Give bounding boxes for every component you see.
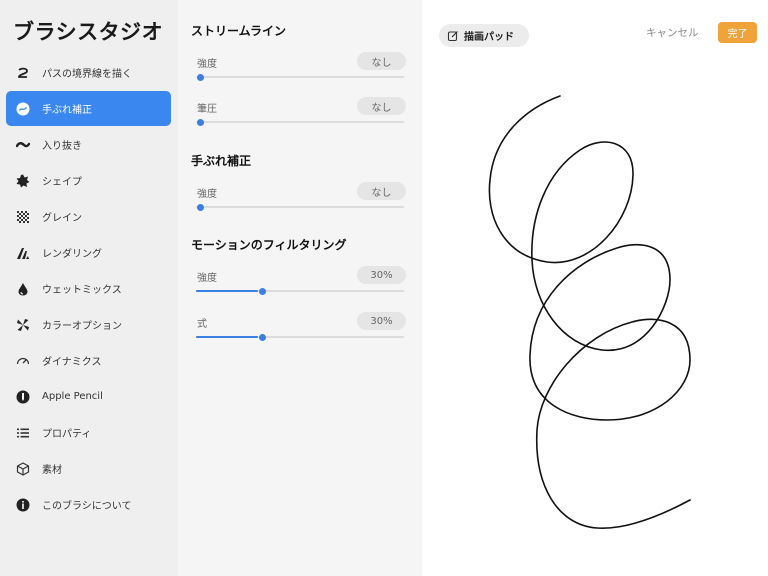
- setting-value-pill[interactable]: なし: [357, 52, 406, 70]
- about-icon: [16, 498, 30, 512]
- sidebar-item-dynamics[interactable]: ダイナミクス: [6, 343, 171, 378]
- sidebar-item-rendering[interactable]: レンダリング: [6, 235, 171, 270]
- sidebar-item-label: プロパティ: [42, 429, 92, 440]
- sidebar-item-label: シェイプ: [42, 177, 82, 188]
- cancel-button[interactable]: キャンセル: [646, 25, 699, 40]
- stabilization-icon: [16, 102, 30, 116]
- slider-thumb[interactable]: [197, 74, 204, 81]
- sidebar-item-stroke-path[interactable]: パスの境界線を描く: [6, 55, 171, 90]
- sidebar-item-apple-pencil[interactable]: Apple Pencil: [6, 379, 171, 414]
- slider-track: [196, 121, 404, 123]
- sidebar-item-color-dynamics[interactable]: カラーオプション: [6, 307, 171, 342]
- sidebar-item-label: パスの境界線を描く: [42, 69, 132, 80]
- section-title: モーションのフィルタリング: [191, 238, 347, 252]
- slider-fill: [196, 290, 259, 292]
- sidebar-title: ブラシスタジオ: [13, 20, 164, 44]
- slider-fill: [196, 336, 259, 338]
- sidebar-item-label: ダイナミクス: [42, 357, 102, 368]
- sidebar-item-label: このブラシについて: [42, 501, 132, 512]
- taper-icon: [16, 138, 30, 152]
- sidebar-item-taper[interactable]: 入り抜き: [6, 127, 171, 162]
- setting-value-pill[interactable]: 30%: [357, 266, 406, 284]
- drawing-pad-label: 描画パッド: [464, 32, 514, 43]
- setting-slider[interactable]: [196, 72, 404, 82]
- setting-label: 強度: [197, 59, 217, 70]
- color-dynamics-icon: [16, 318, 30, 332]
- sidebar-item-properties[interactable]: プロパティ: [6, 415, 171, 450]
- grain-icon: [16, 210, 30, 224]
- slider-thumb[interactable]: [197, 204, 204, 211]
- sidebar-item-stabilization[interactable]: 手ぶれ補正: [6, 91, 171, 126]
- dynamics-icon: [16, 354, 30, 368]
- sidebar-item-label: 入り抜き: [42, 141, 82, 152]
- setting-slider[interactable]: [196, 332, 404, 342]
- sidebar: ブラシスタジオ パスの境界線を描く 手ぶれ補正入り抜きシェイプグレインレンダリング…: [0, 0, 178, 576]
- sidebar-item-label: ウェットミックス: [42, 285, 122, 296]
- apple-pencil-icon: [16, 390, 30, 404]
- sidebar-item-label: 手ぶれ補正: [42, 105, 92, 116]
- section-title: 手ぶれ補正: [191, 154, 252, 168]
- sidebar-item-materials[interactable]: 素材: [6, 451, 171, 486]
- sidebar-item-label: Apple Pencil: [42, 391, 103, 402]
- properties-icon: [16, 426, 30, 440]
- drawing-canvas[interactable]: [422, 0, 768, 576]
- setting-slider[interactable]: [196, 202, 404, 212]
- wet-mix-icon: [16, 282, 30, 296]
- section-title: ストリームライン: [191, 24, 287, 38]
- slider-thumb[interactable]: [259, 334, 267, 341]
- settings-panel: ストリームライン 強度 なし 筆圧 なし 手ぶれ補正 強度 なし モーションのフィルタリング 強度…: [178, 0, 422, 576]
- shape-icon: [16, 174, 30, 188]
- setting-label: 強度: [197, 189, 217, 200]
- done-button[interactable]: 完了: [718, 22, 757, 43]
- sidebar-item-label: レンダリング: [42, 249, 102, 260]
- edit-icon: [447, 30, 458, 41]
- setting-value-pill[interactable]: 30%: [357, 312, 406, 330]
- slider-track: [196, 76, 404, 78]
- sidebar-item-label: 素材: [42, 465, 62, 476]
- preview-stroke: [488, 95, 691, 529]
- setting-value-pill[interactable]: なし: [357, 182, 406, 200]
- setting-label: 式: [197, 319, 207, 330]
- sidebar-item-label: カラーオプション: [42, 321, 122, 332]
- slider-thumb[interactable]: [197, 119, 204, 126]
- rendering-icon: [16, 246, 30, 260]
- slider-thumb[interactable]: [259, 288, 267, 295]
- setting-label: 強度: [197, 273, 217, 284]
- sidebar-item-label: グレイン: [42, 213, 82, 224]
- setting-slider[interactable]: [196, 117, 404, 127]
- stroke-path-icon: [16, 66, 30, 80]
- drawing-pad-button[interactable]: 描画パッド: [439, 24, 529, 47]
- setting-slider[interactable]: [196, 286, 404, 296]
- setting-label: 筆圧: [197, 104, 217, 115]
- drawing-pad-area[interactable]: 描画パッド キャンセル 完了: [422, 0, 768, 576]
- slider-track: [196, 206, 404, 208]
- sidebar-item-grain[interactable]: グレイン: [6, 199, 171, 234]
- setting-value-pill[interactable]: なし: [357, 97, 406, 115]
- sidebar-item-wet-mix[interactable]: ウェットミックス: [6, 271, 171, 306]
- materials-icon: [16, 461, 30, 476]
- sidebar-item-about[interactable]: このブラシについて: [6, 487, 171, 522]
- sidebar-item-shape[interactable]: シェイプ: [6, 163, 171, 198]
